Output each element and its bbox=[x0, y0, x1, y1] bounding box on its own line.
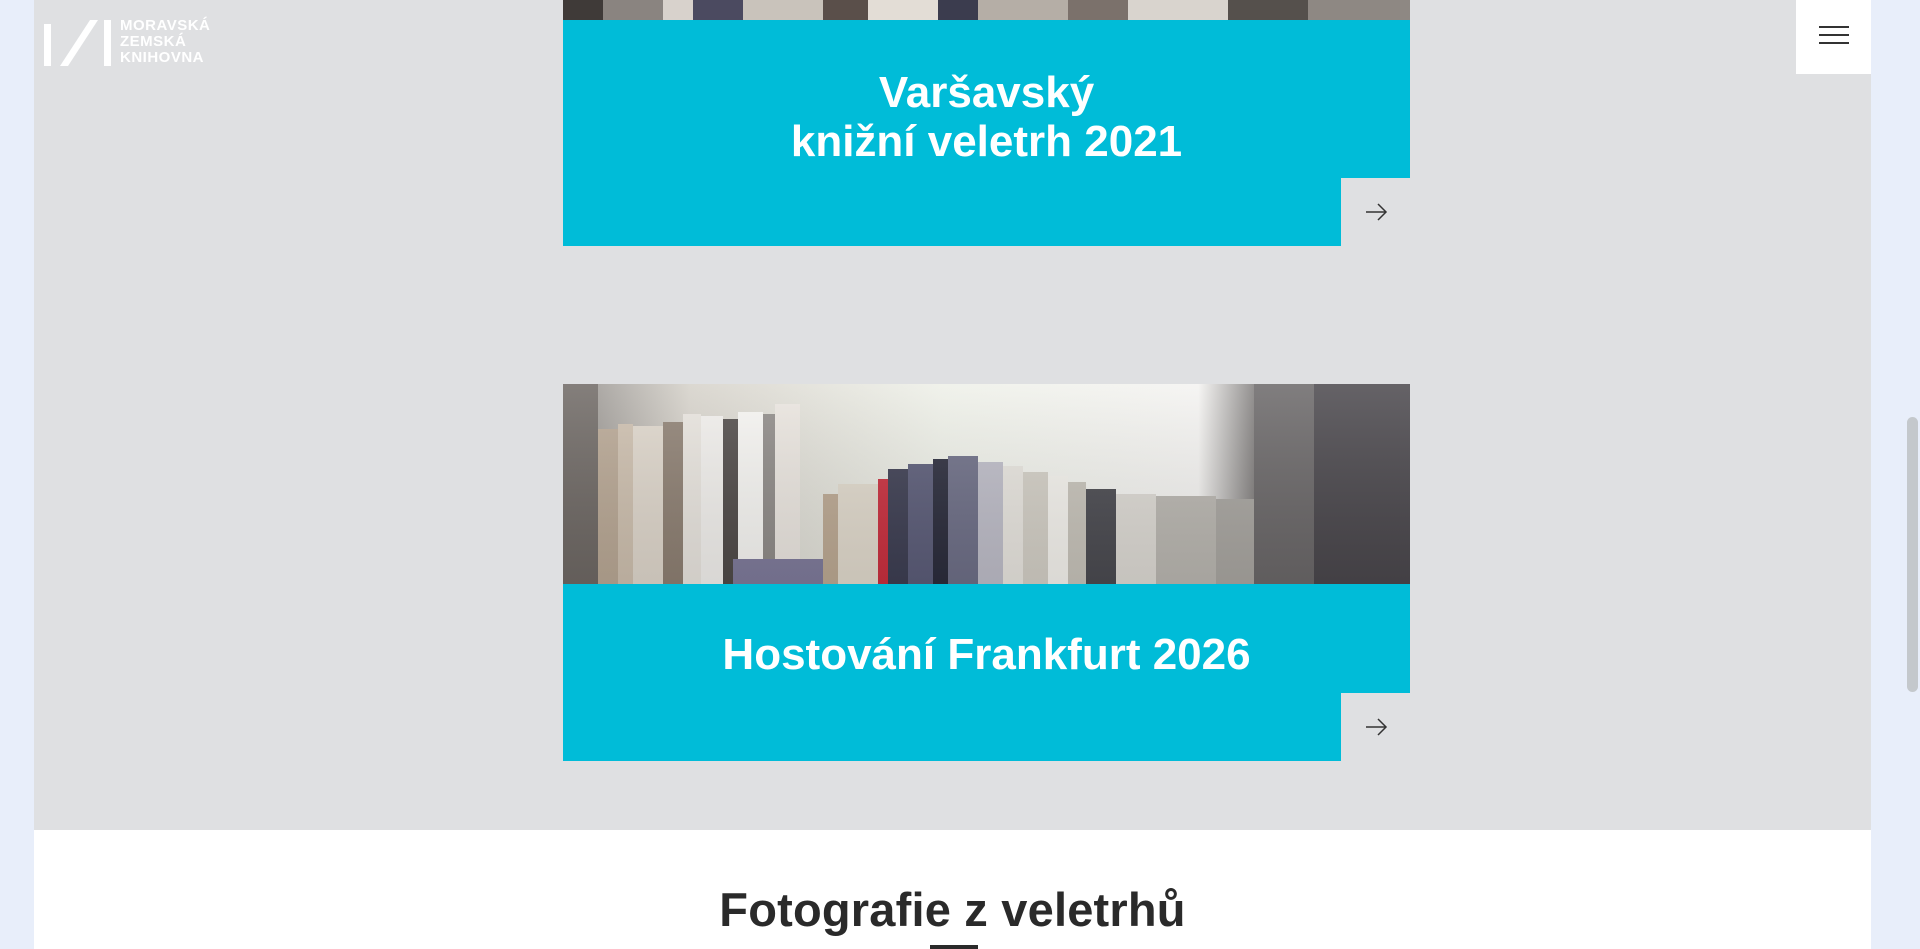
card-image-books bbox=[563, 384, 1410, 584]
card-warsaw-book-fair[interactable]: Varšavský knižní veletrh 2021 bbox=[563, 0, 1410, 246]
card-arrow-button[interactable] bbox=[1341, 178, 1410, 246]
menu-button[interactable] bbox=[1796, 0, 1871, 74]
hamburger-icon bbox=[1819, 26, 1849, 28]
arrow-right-icon bbox=[1366, 718, 1388, 736]
hamburger-icon bbox=[1819, 34, 1849, 36]
scrollbar-thumb[interactable] bbox=[1907, 417, 1918, 692]
card-frankfurt-2026[interactable]: Hostování Frankfurt 2026 bbox=[563, 384, 1410, 761]
card-arrow-button[interactable] bbox=[1341, 693, 1410, 761]
title-underline bbox=[930, 945, 978, 949]
hamburger-icon bbox=[1819, 42, 1849, 44]
logo-text: MORAVSKÁ ZEMSKÁ KNIHOVNA bbox=[120, 17, 211, 66]
card-title[interactable]: Hostování Frankfurt 2026 bbox=[563, 630, 1410, 679]
logo-mark bbox=[44, 20, 111, 66]
card-title-panel: Varšavský knižní veletrh 2021 bbox=[563, 20, 1410, 246]
page-content: Varšavský knižní veletrh 2021 Hostování … bbox=[34, 0, 1871, 949]
library-logo[interactable]: MORAVSKÁ ZEMSKÁ KNIHOVNA bbox=[44, 18, 214, 70]
card-title[interactable]: Varšavský knižní veletrh 2021 bbox=[563, 68, 1410, 166]
arrow-right-icon bbox=[1366, 203, 1388, 221]
card-title-panel: Hostování Frankfurt 2026 bbox=[563, 584, 1410, 761]
section-title: Fotografie z veletrhů bbox=[719, 883, 1186, 936]
card-image-bookshelf bbox=[563, 0, 1410, 20]
